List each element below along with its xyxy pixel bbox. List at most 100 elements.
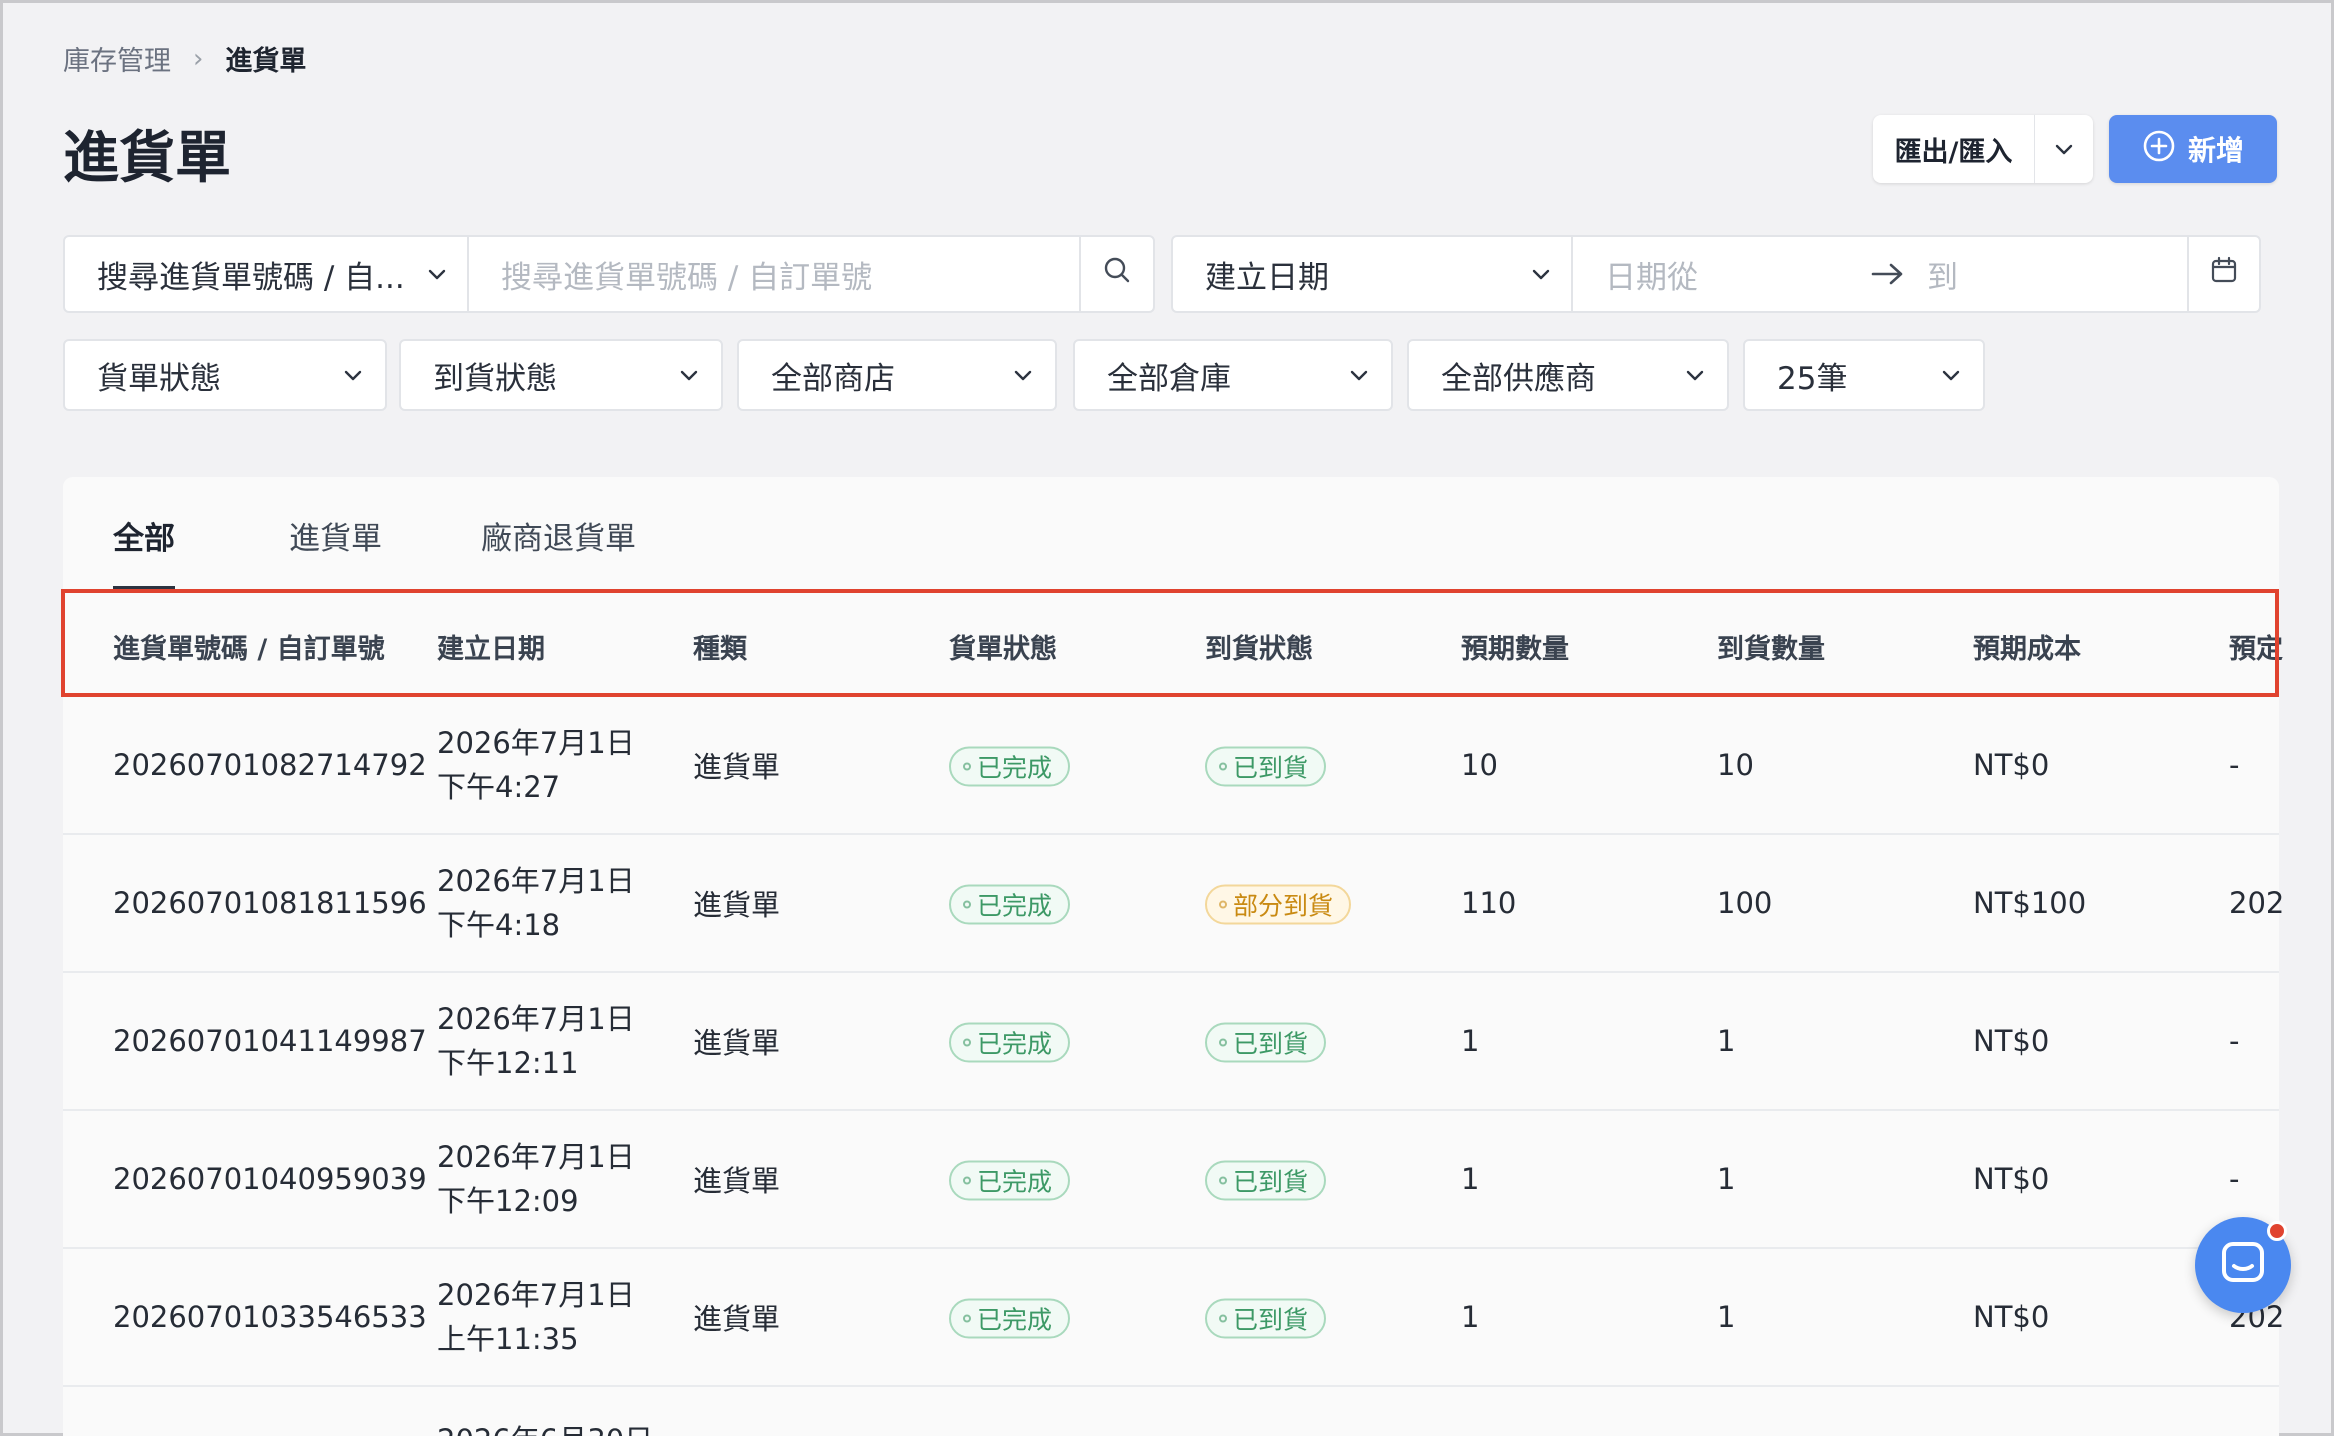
search-button[interactable] xyxy=(1079,235,1155,313)
search-placeholder: 搜尋進貨單號碼 / 自訂單號 xyxy=(501,259,873,296)
breadcrumb-current: 進貨單 xyxy=(225,46,307,77)
date-type-label: 建立日期 xyxy=(1205,259,1329,296)
search-scope-select[interactable]: 搜尋進貨單號碼 / 自... xyxy=(63,235,471,313)
expected-cost: NT$0 xyxy=(1973,1300,2050,1334)
order-status-text: 已完成 xyxy=(977,1029,1053,1059)
arrival-status-text: 已到貨 xyxy=(1233,753,1309,783)
column-header[interactable]: 到貨狀態 xyxy=(1205,627,1313,666)
created-date-time: 下午4:18 xyxy=(437,908,561,942)
arrival-status-badge: 已到貨 xyxy=(1205,1296,1327,1339)
column-header[interactable]: 進貨單號碼 / 自訂單號 xyxy=(113,627,385,666)
chevron-down-icon xyxy=(1663,363,1727,387)
tab-all[interactable]: 全部 xyxy=(113,513,175,590)
date-range-input[interactable]: 日期從 到 xyxy=(1571,235,2191,313)
add-button[interactable]: 新增 xyxy=(2109,115,2277,183)
created-date-day: 2026年7月1日 xyxy=(437,1140,635,1174)
scheduled-date: - xyxy=(2229,1024,2240,1058)
arrival-status-text: 已到貨 xyxy=(1233,1305,1309,1335)
search-input[interactable]: 搜尋進貨單號碼 / 自訂單號 xyxy=(467,235,1083,313)
scheduled-date: - xyxy=(2229,1162,2240,1196)
column-header[interactable]: 預期數量 xyxy=(1461,627,1569,666)
expected-qty: 110 xyxy=(1461,886,1517,920)
supplier-filter[interactable]: 全部供應商 xyxy=(1407,339,1729,411)
order-status-badge: 已完成 xyxy=(949,1296,1071,1339)
calendar-icon xyxy=(2209,255,2239,293)
order-status-badge: 已完成 xyxy=(949,1020,1071,1063)
expected-cost: NT$0 xyxy=(1973,1162,2050,1196)
column-header[interactable]: 到貨數量 xyxy=(1717,627,1825,666)
order-status-filter[interactable]: 貨單狀態 xyxy=(63,339,387,411)
created-date: 2026年7月1日 下午12:09 xyxy=(437,1135,635,1223)
supplier-label: 全部供應商 xyxy=(1441,360,1596,397)
tab-bar: 全部 進貨單 廠商退貨單 xyxy=(63,477,2279,590)
created-date-time: 下午12:11 xyxy=(437,1046,579,1080)
chevron-down-icon xyxy=(657,363,721,387)
store-filter[interactable]: 全部商店 xyxy=(737,339,1057,411)
column-header[interactable]: 貨單狀態 xyxy=(949,627,1057,666)
scheduled-date: - xyxy=(2229,748,2240,782)
order-status-text: 已完成 xyxy=(977,753,1053,783)
order-type: 進貨單 xyxy=(693,750,781,784)
table-row[interactable]: 20260701081811596 2026年7月1日 下午4:18 進貨單 已… xyxy=(63,833,2284,971)
column-header[interactable]: 建立日期 xyxy=(437,627,545,666)
order-status-badge: 已完成 xyxy=(949,882,1071,925)
chat-button[interactable] xyxy=(2195,1217,2291,1313)
order-number[interactable]: 20260701033546533 xyxy=(113,1300,427,1334)
arrival-status-filter[interactable]: 到貨狀態 xyxy=(399,339,723,411)
page-size-select[interactable]: 25筆 xyxy=(1743,339,1985,411)
table-row[interactable]: 20260701033546533 2026年7月1日 上午11:35 進貨單 … xyxy=(63,1247,2284,1385)
order-number[interactable]: 20260701082714792 xyxy=(113,748,427,782)
order-status-badge: 已完成 xyxy=(949,744,1071,787)
tab-supplier-returns[interactable]: 廠商退貨單 xyxy=(481,513,636,586)
store-label: 全部商店 xyxy=(771,360,895,397)
created-date-time: 上午11:35 xyxy=(437,1322,579,1356)
search-scope-label: 搜尋進貨單號碼 / 自... xyxy=(97,259,405,296)
chevron-down-icon[interactable] xyxy=(2035,137,2093,161)
expected-qty: 10 xyxy=(1461,748,1498,782)
table-row[interactable]: 20260701082714792 2026年7月1日 下午4:27 進貨單 已… xyxy=(63,695,2279,833)
plus-circle-icon xyxy=(2142,129,2176,170)
order-number[interactable]: 20260701081811596 xyxy=(113,886,427,920)
order-status-badge: 已完成 xyxy=(949,1158,1071,1201)
table-row[interactable]: 2026年6月30日 xyxy=(63,1385,2279,1436)
arrival-status-text: 已到貨 xyxy=(1233,1029,1309,1059)
received-qty: 1 xyxy=(1717,1300,1736,1334)
import-export-button[interactable]: 匯出/匯入 xyxy=(1873,130,2034,169)
expected-qty: 1 xyxy=(1461,1300,1480,1334)
order-type: 進貨單 xyxy=(693,1164,781,1198)
created-date: 2026年7月1日 下午4:18 xyxy=(437,859,635,947)
order-type: 進貨單 xyxy=(693,1026,781,1060)
expected-cost: NT$0 xyxy=(1973,1024,2050,1058)
warehouse-label: 全部倉庫 xyxy=(1107,360,1231,397)
tab-purchase-orders[interactable]: 進貨單 xyxy=(289,513,382,586)
arrival-status-text: 已到貨 xyxy=(1233,1167,1309,1197)
column-header[interactable]: 預定 xyxy=(2229,627,2283,666)
order-number[interactable]: 20260701041149987 xyxy=(113,1024,427,1058)
arrival-status-badge: 已到貨 xyxy=(1205,1158,1327,1201)
warehouse-filter[interactable]: 全部倉庫 xyxy=(1073,339,1393,411)
table-row[interactable]: 20260701040959039 2026年7月1日 下午12:09 進貨單 … xyxy=(63,1109,2279,1247)
import-export-dropdown[interactable]: 匯出/匯入 xyxy=(1873,115,2093,183)
date-to-placeholder: 到 xyxy=(1927,259,1958,296)
date-type-select[interactable]: 建立日期 xyxy=(1171,235,1575,313)
created-date-day: 2026年7月1日 xyxy=(437,1278,635,1312)
arrival-status-text: 部分到貨 xyxy=(1233,891,1334,921)
table-row[interactable]: 20260701041149987 2026年7月1日 下午12:11 進貨單 … xyxy=(63,971,2279,1109)
order-number[interactable]: 20260701040959039 xyxy=(113,1162,427,1196)
order-status-label: 貨單狀態 xyxy=(97,360,221,397)
column-header[interactable]: 種類 xyxy=(693,627,747,666)
page-title: 進貨單 xyxy=(63,126,231,191)
received-qty: 100 xyxy=(1717,886,1773,920)
breadcrumb: 庫存管理 › 進貨單 xyxy=(63,39,306,78)
expected-qty: 1 xyxy=(1461,1162,1480,1196)
received-qty: 10 xyxy=(1717,748,1754,782)
chevron-down-icon xyxy=(405,262,469,286)
order-status-text: 已完成 xyxy=(977,1305,1053,1335)
column-header[interactable]: 預期成本 xyxy=(1973,627,2081,666)
calendar-button[interactable] xyxy=(2187,235,2261,313)
arrival-status-label: 到貨狀態 xyxy=(433,360,557,397)
created-date: 2026年7月1日 下午12:11 xyxy=(437,997,635,1085)
date-from-placeholder: 日期從 xyxy=(1605,259,1698,296)
order-status-text: 已完成 xyxy=(977,891,1053,921)
breadcrumb-parent[interactable]: 庫存管理 xyxy=(63,39,171,78)
